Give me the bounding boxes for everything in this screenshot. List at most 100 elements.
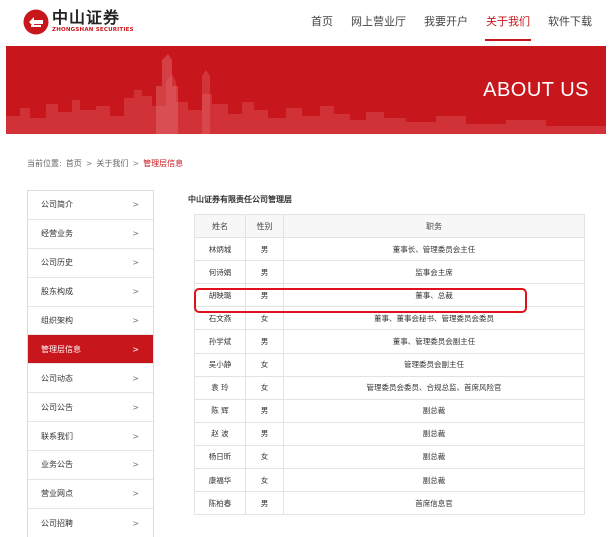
cell-gender: 女 [245, 444, 284, 470]
sidebar-item-careers[interactable]: 公司招聘 > [28, 509, 153, 537]
sidebar-item-branches[interactable]: 营业网点 > [28, 480, 153, 509]
highlight-box [194, 288, 527, 313]
sidebar-item-shareholders[interactable]: 股东构成 > [28, 278, 153, 307]
cell-name: 杨日昕 [194, 444, 246, 470]
company-logo[interactable]: 中山证券 ZHONGSHAN SECURITIES [23, 9, 134, 35]
chevron-right-icon: > [132, 344, 139, 354]
chevron-right-icon: > [132, 258, 139, 268]
logo-emblem-icon [23, 9, 49, 35]
chevron-right-icon: > [132, 402, 139, 412]
table-row: 康福华女副总裁 [194, 468, 585, 493]
cell-gender: 男 [245, 260, 284, 285]
sidebar-item-label: 公司公告 [41, 402, 73, 412]
breadcrumb-separator: > [85, 159, 93, 168]
cell-name: 陈柏春 [194, 491, 246, 516]
table-header-row: 姓名 性别 职务 [194, 213, 585, 239]
table-row: 林炳城男董事长、管理委员会主任 [194, 237, 585, 262]
chevron-right-icon: > [132, 287, 139, 297]
cell-title: 副总裁 [283, 444, 585, 470]
cell-title: 董事、管理委员会副主任 [283, 329, 585, 354]
sidebar-item-label: 管理层信息 [41, 344, 81, 354]
sidebar-item-label: 公司历史 [41, 258, 73, 268]
sidebar-item-label: 营业网点 [41, 489, 73, 499]
sidebar-item-label: 业务公告 [41, 460, 73, 470]
sidebar-item-label: 经营业务 [41, 229, 73, 239]
sidebar-item-management[interactable]: 管理层信息 > [28, 335, 153, 365]
sidebar-item-business[interactable]: 经营业务 > [28, 220, 153, 249]
main-nav: 首页 网上营业厅 我要开户 关于我们 软件下载 [302, 0, 601, 46]
cell-name: 林炳城 [194, 237, 246, 262]
cell-title: 副总裁 [283, 398, 585, 423]
sidebar-item-label: 组织架构 [41, 316, 73, 325]
cell-gender: 男 [245, 329, 284, 354]
sidebar-item-contact[interactable]: 联系我们 > [28, 422, 153, 452]
breadcrumb-about[interactable]: 关于我们 [96, 158, 128, 169]
cell-name: 陈 辉 [194, 398, 246, 423]
table-row: 袁 玲女管理委员会委员、合规总监、首席风险官 [194, 375, 585, 400]
cell-name: 赵 波 [194, 421, 246, 446]
sidebar-item-organization[interactable]: 组织架构 > [28, 307, 153, 336]
sidebar-item-history[interactable]: 公司历史 > [28, 249, 153, 278]
table-row: 孙学斌男董事、管理委员会副主任 [194, 329, 585, 354]
breadcrumb: 当前位置: 首页 > 关于我们 > 管理层信息 [27, 158, 187, 169]
sidebar-item-label: 公司招聘 [41, 518, 73, 528]
table-row: 赵 波男副总裁 [194, 421, 585, 446]
about-banner: ABOUT US [6, 46, 606, 134]
chevron-right-icon: > [132, 316, 139, 325]
cell-name: 吴小静 [194, 352, 246, 377]
cell-gender: 女 [245, 352, 284, 377]
cell-title: 董事长、管理委员会主任 [283, 237, 585, 262]
chevron-right-icon: > [132, 518, 139, 528]
sidebar-item-announcements[interactable]: 公司公告 > [28, 393, 153, 423]
cell-title: 监事会主席 [283, 260, 585, 285]
cell-title: 管理委员会委员、合规总监、首席风险官 [283, 375, 585, 400]
breadcrumb-home[interactable]: 首页 [66, 158, 82, 169]
nav-software-download[interactable]: 软件下载 [539, 0, 601, 46]
breadcrumb-prefix: 当前位置: [27, 159, 62, 168]
chevron-right-icon: > [132, 229, 139, 239]
cell-gender: 女 [245, 375, 284, 400]
column-header-title: 职务 [283, 213, 585, 239]
logo-name-cn: 中山证券 [52, 8, 121, 28]
chevron-right-icon: > [132, 489, 139, 499]
cell-gender: 男 [245, 491, 284, 516]
banner-title: ABOUT US [483, 79, 589, 101]
breadcrumb-separator: > [132, 159, 140, 168]
sidebar-item-company-intro[interactable]: 公司简介 > [28, 191, 153, 220]
cell-title: 副总裁 [283, 468, 585, 493]
sidebar-item-business-notices[interactable]: 业务公告 > [28, 451, 153, 480]
nav-online-hall[interactable]: 网上营业厅 [342, 0, 415, 46]
cell-name: 孙学斌 [194, 329, 246, 354]
sidebar-item-label: 公司简介 [41, 200, 73, 210]
chevron-right-icon: > [132, 460, 139, 470]
chevron-right-icon: > [132, 373, 139, 383]
chevron-right-icon: > [132, 200, 139, 210]
sidebar-item-label: 公司动态 [41, 373, 73, 383]
cell-name: 袁 玲 [194, 375, 246, 400]
page-title: 中山证券有限责任公司管理层 [188, 195, 292, 204]
cell-title: 首席信息官 [283, 491, 585, 516]
sidebar-item-news[interactable]: 公司动态 > [28, 364, 153, 394]
cell-name: 何诗娟 [194, 260, 246, 285]
nav-about-us[interactable]: 关于我们 [477, 0, 539, 46]
cell-name: 康福华 [194, 468, 246, 493]
cell-gender: 男 [245, 398, 284, 423]
table-row: 吴小静女管理委员会副主任 [194, 352, 585, 377]
cell-title: 管理委员会副主任 [283, 352, 585, 377]
sidebar-item-label: 股东构成 [41, 287, 73, 297]
nav-home[interactable]: 首页 [302, 0, 342, 46]
sidebar-menu: 公司简介 > 经营业务 > 公司历史 > 股东构成 > 组织架构 > 管理层信息 > 公司动… [27, 190, 154, 537]
logo-name-en: ZHONGSHAN SECURITIES [52, 27, 134, 34]
breadcrumb-current: 管理层信息 [143, 159, 184, 168]
cell-gender: 男 [245, 421, 284, 446]
cell-title: 副总裁 [283, 421, 585, 446]
column-header-gender: 性别 [245, 213, 284, 239]
table-row: 陈 辉男副总裁 [194, 398, 585, 423]
sidebar-item-label: 联系我们 [41, 431, 73, 441]
nav-open-account[interactable]: 我要开户 [415, 0, 477, 46]
management-table: 姓名 性别 职务 林炳城男董事长、管理委员会主任 何诗娟男监事会主席 胡映璐男董… [194, 213, 585, 516]
table-row: 何诗娟男监事会主席 [194, 260, 585, 285]
column-header-name: 姓名 [194, 213, 246, 239]
cell-gender: 男 [245, 237, 284, 262]
cell-gender: 女 [245, 468, 284, 493]
